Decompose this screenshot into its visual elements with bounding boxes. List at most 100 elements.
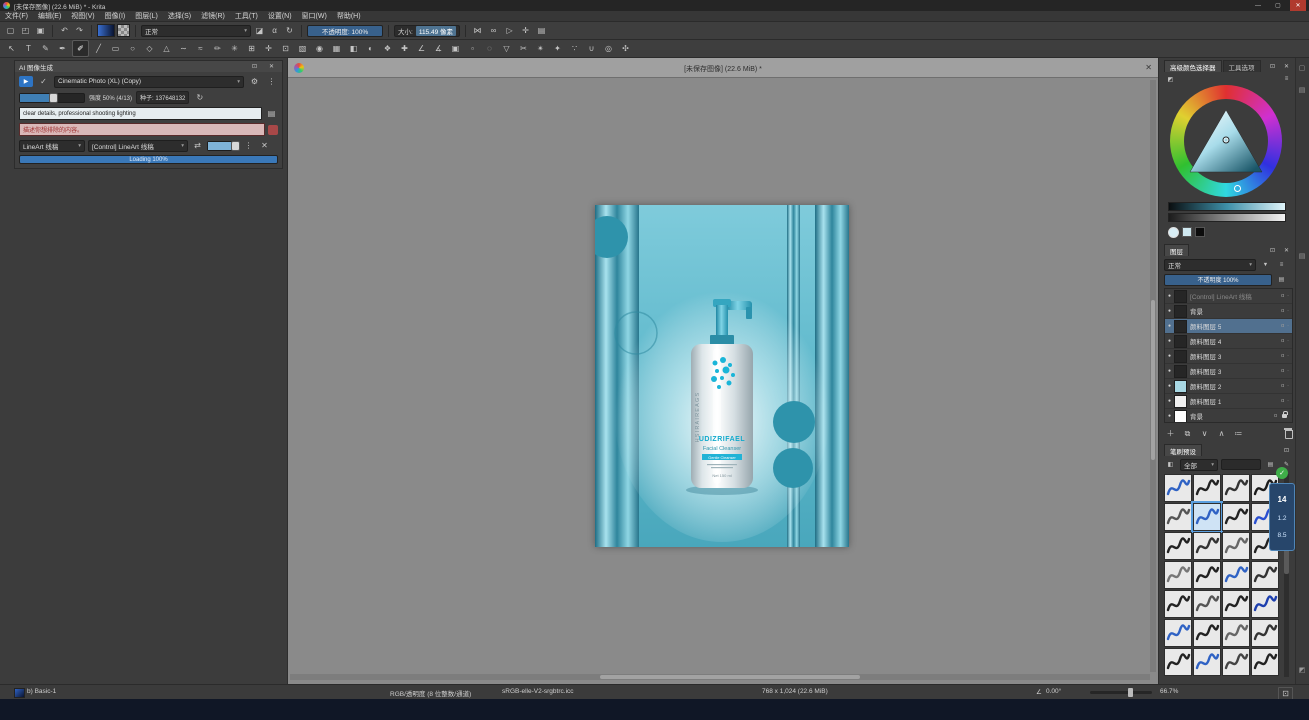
rotation-value[interactable]: 0.00° <box>1046 688 1061 695</box>
layer-alpha-icon[interactable]: α <box>1281 323 1284 329</box>
dynamic-brush-tool[interactable]: ✏ <box>210 41 225 56</box>
strength-slider[interactable] <box>19 93 85 103</box>
menu-item-8[interactable]: 设置(N) <box>263 11 297 22</box>
tab-advanced-color-selector[interactable]: 高级颜色选择器 <box>1164 60 1222 72</box>
layer-row-3[interactable]: ●颜料图层 4α· <box>1165 334 1292 349</box>
layer-row-8[interactable]: ●背景α <box>1165 409 1292 423</box>
polygon-select-tool[interactable]: ▽ <box>499 41 514 56</box>
redo-icon[interactable]: ↷ <box>73 24 86 37</box>
bezier-curve-tool[interactable]: ∼ <box>176 41 191 56</box>
brush-preset-2[interactable] <box>1222 474 1250 502</box>
blend-mode-select[interactable]: 正常▾ <box>141 25 251 37</box>
tab-layers[interactable]: 图层 <box>1164 244 1189 256</box>
ellipse-select-tool[interactable]: ◌ <box>482 41 497 56</box>
history-swatch-1[interactable] <box>1182 227 1192 237</box>
pattern-chooser[interactable] <box>117 24 130 37</box>
zoom-slider[interactable] <box>1090 691 1152 694</box>
freehand-brush-tool[interactable]: ✐ <box>72 40 89 57</box>
brush-preset-25[interactable] <box>1193 648 1221 676</box>
layer-alpha-icon[interactable]: α <box>1281 338 1284 344</box>
layer-visibility-icon[interactable]: ● <box>1168 338 1171 344</box>
zoom-tool[interactable]: ◎ <box>601 41 616 56</box>
angle-icon[interactable]: ∠ <box>1036 688 1042 696</box>
control-strength-slider[interactable] <box>207 141 239 151</box>
hud-badge-icon[interactable]: ✓ <box>1276 467 1288 479</box>
line-tool[interactable]: ╱ <box>91 41 106 56</box>
negative-prompt-button[interactable] <box>268 125 278 135</box>
brush-preset-9[interactable] <box>1193 532 1221 560</box>
edge-docker-icon-1[interactable]: ▢ <box>1297 64 1307 72</box>
layer-props-icon[interactable]: · <box>1287 323 1289 329</box>
layer-lock-icon[interactable] <box>1282 414 1287 418</box>
brush-preset-0[interactable] <box>1164 474 1192 502</box>
seed-label[interactable]: 种子: 137648132 <box>136 91 189 104</box>
similar-select-tool[interactable]: ✦ <box>550 41 565 56</box>
menu-item-2[interactable]: 视图(V) <box>66 11 99 22</box>
bezier-select-tool[interactable]: ∵ <box>567 41 582 56</box>
menu-item-1[interactable]: 编辑(E) <box>33 11 66 22</box>
menu-item-0[interactable]: 文件(F) <box>0 11 33 22</box>
layer-row-1[interactable]: ●背景α· <box>1165 304 1292 319</box>
layer-visibility-icon[interactable]: ● <box>1168 308 1171 314</box>
measure-tool[interactable]: ∡ <box>431 41 446 56</box>
layer-visibility-icon[interactable]: ● <box>1168 413 1171 419</box>
close-docker-icon[interactable]: ✕ <box>265 60 278 73</box>
shade-strip-2[interactable] <box>1168 213 1286 222</box>
brush-preset-5[interactable] <box>1193 503 1221 531</box>
layer-row-0[interactable]: ●[Control] LineArt 线稿α· <box>1165 289 1292 304</box>
pattern-edit-tool[interactable]: ▦ <box>329 41 344 56</box>
remove-control-icon[interactable]: ✕ <box>258 139 271 152</box>
brush-preset-18[interactable] <box>1222 590 1250 618</box>
edge-docker-icon-2[interactable]: ▤ <box>1297 86 1307 94</box>
layer-alpha-icon[interactable]: α <box>1281 398 1284 404</box>
menu-item-7[interactable]: 工具(T) <box>230 11 263 22</box>
freehand-select-tool[interactable]: ✂ <box>516 41 531 56</box>
transform-tool[interactable]: ⊞ <box>244 41 259 56</box>
brush-preset-14[interactable] <box>1222 561 1250 589</box>
brush-preset-16[interactable] <box>1164 590 1192 618</box>
document-close-icon[interactable]: ✕ <box>1145 63 1152 72</box>
brush-preset-13[interactable] <box>1193 561 1221 589</box>
brush-preset-6[interactable] <box>1222 503 1250 531</box>
float-docker-icon[interactable]: ⊡ <box>1266 60 1279 73</box>
opacity-slider[interactable]: 不透明度: 100% <box>307 25 383 37</box>
control-menu-icon[interactable]: ⋮ <box>242 139 255 152</box>
crop-tool[interactable]: ⊡ <box>278 41 293 56</box>
settings-gear-icon[interactable]: ⚙ <box>248 75 261 88</box>
layer-filter-icon[interactable]: ▼ <box>1259 258 1272 271</box>
playback-icon[interactable]: ▷ <box>503 24 516 37</box>
swap-icon[interactable]: ⇄ <box>191 139 204 152</box>
layer-visibility-icon[interactable]: ● <box>1168 368 1171 374</box>
layer-row-2[interactable]: ●颜料图层 5α· <box>1165 319 1292 334</box>
generate-button[interactable]: ▶ <box>19 76 33 87</box>
text-tool[interactable]: T <box>21 41 36 56</box>
duplicate-layer-button[interactable]: ⧉ <box>1181 427 1194 440</box>
gradient-chooser[interactable] <box>97 24 115 37</box>
polyline-tool[interactable]: △ <box>159 41 174 56</box>
menu-item-3[interactable]: 图像(I) <box>100 11 131 22</box>
layer-row-6[interactable]: ●颜料图层 2α· <box>1165 379 1292 394</box>
polygon-tool[interactable]: ◇ <box>142 41 157 56</box>
brush-preset-24[interactable] <box>1164 648 1192 676</box>
history-swatch-2[interactable] <box>1195 227 1205 237</box>
tab-tool-options[interactable]: 工具选项 <box>1223 60 1261 72</box>
layer-alpha-icon[interactable]: α <box>1281 293 1284 299</box>
add-layer-button[interactable]: ＋ <box>1164 427 1177 440</box>
layer-props-icon[interactable]: · <box>1287 308 1289 314</box>
current-color-swatch[interactable] <box>1168 227 1179 238</box>
move-layer-down-button[interactable]: ∨ <box>1198 427 1211 440</box>
shade-strip-1[interactable] <box>1168 202 1286 211</box>
brush-preset-23[interactable] <box>1251 619 1279 647</box>
pointer-tool[interactable]: ↖ <box>4 41 19 56</box>
edge-docker-icon-4[interactable]: ◩ <box>1297 666 1307 674</box>
layer-props-icon[interactable]: · <box>1287 368 1289 374</box>
reference-images-tool[interactable]: ▣ <box>448 41 463 56</box>
ellipse-tool[interactable]: ○ <box>125 41 140 56</box>
zoom-value[interactable]: 66.7% <box>1160 688 1178 695</box>
layer-alpha-icon[interactable]: α <box>1281 368 1284 374</box>
more-options-icon[interactable]: ⋮ <box>265 75 278 88</box>
wrap-around-icon[interactable]: ∞ <box>487 24 500 37</box>
pan-tool[interactable]: ✣ <box>618 41 633 56</box>
layer-visibility-icon[interactable]: ● <box>1168 398 1171 404</box>
open-document-icon[interactable]: ◰ <box>19 24 32 37</box>
